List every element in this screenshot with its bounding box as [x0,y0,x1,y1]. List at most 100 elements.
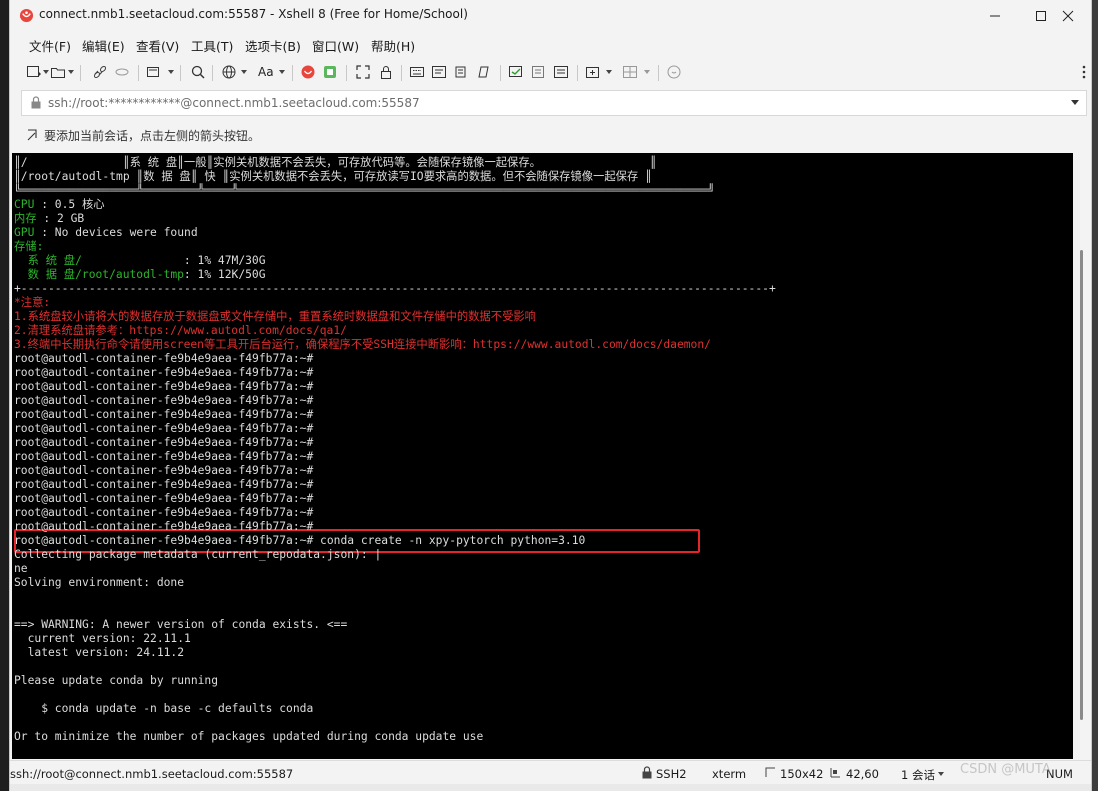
status-sessions[interactable]: 1 会话 [901,767,935,783]
lock-icon [31,96,41,109]
address-input[interactable]: ssh://root:************@connect.nmb1.see… [48,96,420,110]
terminal-line: root@autodl-container-fe9b4e9aea-f49fb77… [14,534,586,547]
menu-window[interactable]: 窗口(W) [312,36,359,55]
terminal-line: root@autodl-container-fe9b4e9aea-f49fb77… [14,422,314,435]
toolbar-divider [577,65,578,81]
window-title: connect.nmb1.seetacloud.com:55587 - Xshe… [39,7,468,21]
menu-tabs[interactable]: 选项卡(B) [245,36,301,55]
terminal-line: ╚═════════════════╩════════╩════╩═══════… [14,184,715,197]
terminal-text-segment: 数 据 盘/root/autodl-tmp [14,268,184,281]
globe-icon[interactable] [221,64,237,80]
terminal-text-segment: 存储: [14,240,44,253]
chevron-down-icon[interactable] [168,70,174,74]
terminal-text-segment: : 2 GB [36,212,85,225]
terminal-text-segment: CPU [14,198,35,211]
menu-bar: 文件(F) 编辑(E) 查看(V) 工具(T) 选项卡(B) 窗口(W) 帮助(… [10,32,1091,56]
layout-icon[interactable] [622,64,638,80]
terminal-line: root@autodl-container-fe9b4e9aea-f49fb77… [14,394,314,407]
vertical-scrollbar[interactable] [1074,153,1089,759]
fullscreen-icon[interactable] [355,64,371,80]
new-session-icon[interactable] [26,64,42,80]
highlight-icon[interactable] [530,64,546,80]
terminal-line: Collecting package metadata (current_rep… [14,548,382,561]
terminal-line: root@autodl-container-fe9b4e9aea-f49fb77… [14,408,314,421]
status-connection: ssh://root@connect.nmb1.seetacloud.com:5… [10,767,294,781]
cursor-position-icon [830,768,840,778]
bottom-strip [10,784,1091,791]
terminal-line: current version: 22.11.1 [14,632,191,645]
terminal-line: root@autodl-container-fe9b4e9aea-f49fb77… [14,436,314,449]
terminal-text-segment: : 0.5 核心 [34,198,105,211]
menu-help[interactable]: 帮助(H) [371,36,415,55]
chevron-down-icon[interactable] [606,70,612,74]
more-options-icon[interactable] [1076,64,1092,80]
chevron-down-icon[interactable] [68,70,74,74]
session-list-icon[interactable] [553,64,569,80]
terminal-line: root@autodl-container-fe9b4e9aea-f49fb77… [14,478,314,491]
chevron-down-icon[interactable] [1071,100,1079,105]
log-icon[interactable] [508,64,524,80]
xshell-logo-icon[interactable] [300,64,316,80]
help-icon[interactable] [666,64,682,80]
terminal-size-icon [765,767,775,777]
menu-view[interactable]: 查看(V) [136,36,179,55]
close-icon [1062,10,1074,22]
script-icon[interactable] [453,64,469,80]
keyboard-icon[interactable] [409,64,425,80]
minimize-icon [990,15,1000,17]
terminal-line: *注意: [14,296,51,309]
xshell-logo-icon [19,8,34,23]
add-session-arrow-icon[interactable] [26,128,40,142]
terminal-line: 系 统 盘/ : 1% 47M/30G [14,254,266,268]
chevron-down-icon[interactable] [279,70,285,74]
font-icon[interactable]: Aa [258,65,278,81]
quick-command-icon[interactable] [475,64,491,80]
terminal-line: 存储: [14,240,43,254]
lock-icon [642,766,652,779]
terminal-line: root@autodl-container-fe9b4e9aea-f49fb77… [14,506,314,519]
search-icon[interactable] [190,64,206,80]
terminal-line: GPU : No devices were found [14,226,198,240]
chevron-down-icon[interactable] [938,772,944,776]
terminal-line: ==> WARNING: A newer version of conda ex… [14,618,348,631]
terminal-text-segment: : 1% 47M/30G [183,254,266,267]
toolbar-divider [500,65,501,81]
title-bar[interactable]: connect.nmb1.seetacloud.com:55587 - Xshe… [10,0,1091,32]
add-tab-icon[interactable] [585,64,601,80]
menu-file[interactable]: 文件(F) [29,36,71,55]
new-window-icon[interactable] [146,64,162,80]
scrollbar-thumb[interactable] [1080,250,1083,720]
address-bar[interactable]: ssh://root:************@connect.nmb1.see… [21,90,1087,116]
toolbar-divider [180,65,181,81]
terminal-text-segment: 系 统 盘/ [14,254,184,267]
reconnect-icon[interactable] [114,64,130,80]
menu-edit[interactable]: 编辑(E) [82,36,125,55]
close-button[interactable] [1045,0,1091,32]
minimize-button[interactable] [972,0,1018,32]
xftp-icon[interactable] [322,64,338,80]
chevron-down-icon[interactable] [241,70,247,74]
chevron-down-icon[interactable] [644,70,650,74]
compose-icon[interactable] [431,64,447,80]
disconnect-icon[interactable] [92,64,108,80]
menu-tools[interactable]: 工具(T) [191,36,233,55]
terminal-line: ne [14,562,28,575]
toolbar-divider [80,65,81,81]
open-folder-icon[interactable] [50,64,66,80]
chevron-down-icon[interactable] [43,70,49,74]
toolbar-divider [292,65,293,81]
terminal-line: $ conda update -n base -c defaults conda [14,702,314,715]
terminal-line: Solving environment: done [14,576,185,589]
toolbar-divider [658,65,659,81]
terminal-line: 2.清理系统盘请参考：https://www.autodl.com/docs/q… [14,324,347,337]
lock-icon[interactable] [378,64,394,80]
terminal-text-segment: GPU [14,226,35,239]
terminal-line: root@autodl-container-fe9b4e9aea-f49fb77… [14,450,314,463]
terminal-line: root@autodl-container-fe9b4e9aea-f49fb77… [14,520,314,533]
toolbar-divider [138,65,139,81]
terminal-line: 1.系统盘较小请将大的数据存放于数据盘或文件存储中，重置系统时数据盘和文件存储中… [14,310,536,323]
terminal-line: Please update conda by running [14,674,219,687]
toolbar-divider [401,65,402,81]
background-window-edge [0,0,9,791]
terminal-output[interactable]: ║/ ║系 统 盘║一般║实例关机数据不会丢失，可存放代码等。会随保存镜像一起保… [12,153,1073,759]
